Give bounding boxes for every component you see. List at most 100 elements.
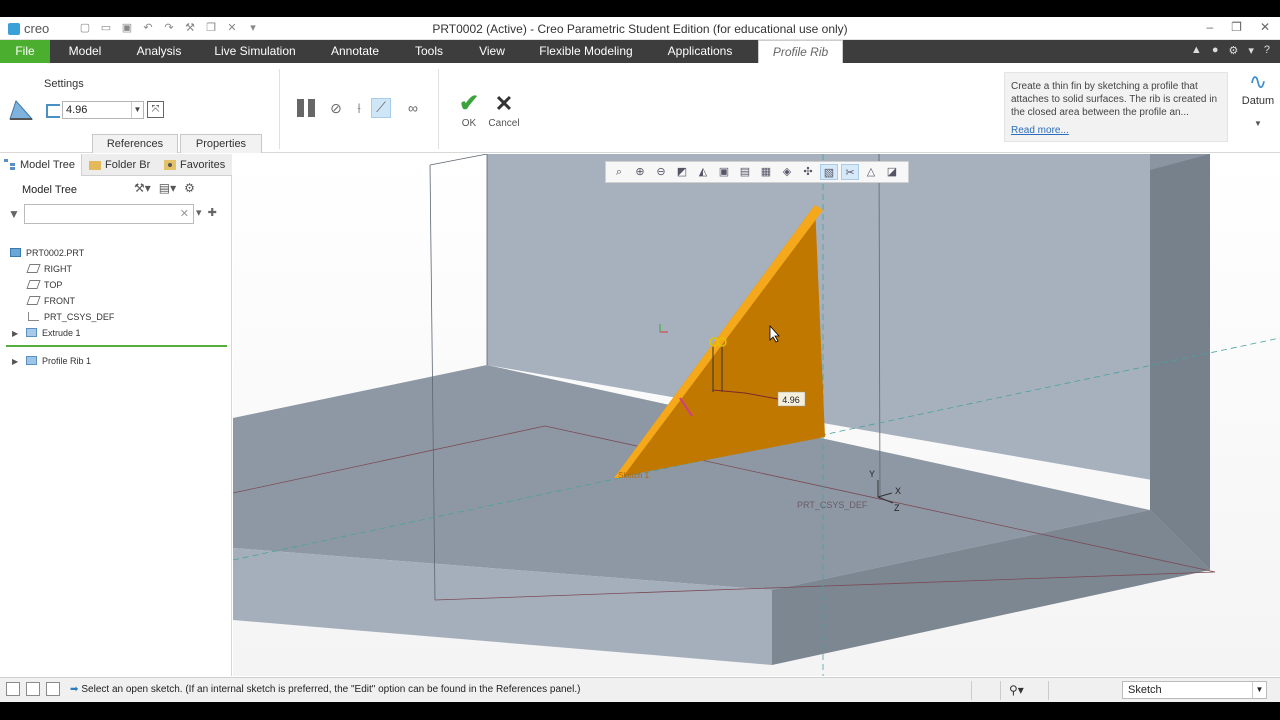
close-icon[interactable]: ✕ xyxy=(1260,20,1270,34)
properties-tab[interactable]: Properties xyxy=(180,134,262,153)
collapse-ribbon-icon[interactable]: ▲ xyxy=(1191,44,1202,57)
ribbon-tabs: File Model Analysis Live Simulation Anno… xyxy=(0,40,1280,63)
tree-item-label: PRT_CSYS_DEF xyxy=(44,312,115,322)
no-preview-icon[interactable]: ⊘ xyxy=(326,100,346,117)
pause-icon[interactable] xyxy=(297,99,317,117)
tree-item-profile-rib[interactable]: Profile Rib 1 xyxy=(26,354,91,368)
tab-model-tree-label: Model Tree xyxy=(20,159,76,171)
sketch-display-icon[interactable]: ✂ xyxy=(841,164,859,180)
status-message-text: Select an open sketch. (If an internal s… xyxy=(81,684,581,695)
tab-annotate[interactable]: Annotate xyxy=(322,40,388,63)
selection-filter-value: Sketch xyxy=(1128,684,1162,696)
zoom-in-icon[interactable]: ⊕ xyxy=(631,164,649,180)
tab-file[interactable]: File xyxy=(0,40,50,63)
navigator-toggle-icon[interactable] xyxy=(6,682,20,696)
filter-icon: ▼ xyxy=(8,207,20,221)
status-message: ➡ Select an open sketch. (If an internal … xyxy=(70,684,580,695)
thickness-input[interactable]: 4.96 ▼ xyxy=(62,101,144,119)
view-manager-icon[interactable]: ▦ xyxy=(757,164,775,180)
clear-search-icon[interactable]: ✕ xyxy=(180,207,189,220)
browser-toggle-icon[interactable] xyxy=(26,682,40,696)
tree-item-top[interactable]: TOP xyxy=(26,278,63,292)
tree-columns-icon[interactable]: ⚙ xyxy=(184,181,195,195)
minimize-icon[interactable]: – xyxy=(1206,20,1213,34)
help-icon[interactable]: ? xyxy=(1264,44,1270,57)
tree-filter-options[interactable]: ▾ ✚ xyxy=(196,206,217,219)
refit-icon[interactable]: ⌕ xyxy=(610,164,628,180)
saved-orientations-icon[interactable]: ▤ xyxy=(736,164,754,180)
tab-view[interactable]: View xyxy=(470,40,514,63)
tree-item-label: TOP xyxy=(44,280,63,290)
insert-here-marker[interactable] xyxy=(6,345,227,347)
letterbox-top xyxy=(0,0,1280,17)
graphics-window[interactable]: 4.96 Sketch 1 Y X Z PRT_CSYS_DEF ⌕ ⊕ ⊖ ◩ xyxy=(233,154,1280,676)
title-bar: creo ▢ ▭ ▣ ↶ ↷ ⚒ ❐ ✕ ▾ PRT0002 (Active) … xyxy=(0,17,1280,40)
annotation-display-icon[interactable]: ▧ xyxy=(820,164,838,180)
read-more-link[interactable]: Read more... xyxy=(1011,124,1221,137)
model-tree-icon xyxy=(4,159,15,170)
flip-thickness-icon[interactable]: ⤧ xyxy=(147,101,164,118)
zoom-out-icon[interactable]: ⊖ xyxy=(652,164,670,180)
fullscreen-toggle-icon[interactable] xyxy=(46,682,60,696)
expand-arrow-icon[interactable]: ▶ xyxy=(12,329,18,338)
navigator-panel: Model Tree Folder Br Favorites Model Tre… xyxy=(0,154,232,676)
datum-display-icon[interactable]: ✣ xyxy=(799,164,817,180)
sketcher-view-icon[interactable]: ◪ xyxy=(883,164,901,180)
chevron-down-icon[interactable]: ▼ xyxy=(1240,119,1276,128)
perspective-icon[interactable]: ◈ xyxy=(778,164,796,180)
datum-plane-icon xyxy=(26,264,41,273)
spin-center-toggle-icon[interactable]: △ xyxy=(862,164,880,180)
chevron-down-icon[interactable]: ▼ xyxy=(1252,682,1266,698)
tree-item-extrude[interactable]: Extrude 1 xyxy=(26,326,81,340)
tab-profile-rib[interactable]: Profile Rib xyxy=(758,40,843,63)
menu-right-icons: ▲ ● ⚙ ▾ ? xyxy=(1191,44,1270,57)
model-view[interactable]: 4.96 Sketch 1 Y X Z PRT_CSYS_DEF xyxy=(233,154,1280,676)
tab-model[interactable]: Model xyxy=(58,40,112,63)
tree-show-icon[interactable]: ▤▾ xyxy=(159,181,176,195)
status-separator xyxy=(1000,681,1001,700)
tab-applications[interactable]: Applications xyxy=(656,40,744,63)
ok-button[interactable]: ✔ OK xyxy=(449,91,489,130)
tree-settings-icon[interactable]: ⚒▾ xyxy=(134,181,151,195)
tab-live-simulation[interactable]: Live Simulation xyxy=(208,40,302,63)
ribbon-panel: Settings 4.96 ▼ ⤧ References Properties … xyxy=(0,63,1280,153)
user-icon[interactable]: ● xyxy=(1212,44,1219,57)
dimension-value[interactable]: 4.96 xyxy=(782,395,800,405)
csys-y-label: Y xyxy=(869,469,875,479)
cancel-button[interactable]: ✕ Cancel xyxy=(484,91,524,129)
settings-icon[interactable]: ⚙ xyxy=(1228,44,1238,57)
datum-button[interactable]: ∿ Datum ▼ xyxy=(1240,69,1276,128)
tab-analysis[interactable]: Analysis xyxy=(128,40,190,63)
detached-preview-icon[interactable]: ⟋ xyxy=(371,98,391,118)
message-arrow-icon: ➡ xyxy=(70,684,79,695)
view-normal-icon[interactable]: ◭ xyxy=(694,164,712,180)
creo-window: creo ▢ ▭ ▣ ↶ ↷ ⚒ ❐ ✕ ▾ PRT0002 (Active) … xyxy=(0,17,1280,702)
tree-item-right[interactable]: RIGHT xyxy=(26,262,72,276)
tree-item-csys[interactable]: PRT_CSYS_DEF xyxy=(28,310,114,324)
options-icon[interactable]: ▾ xyxy=(1248,44,1254,57)
verify-glasses-icon[interactable]: ∞ xyxy=(401,100,425,116)
attached-preview-icon[interactable]: ⟊ xyxy=(349,100,369,117)
feature-help-box: Create a thin fin by sketching a profile… xyxy=(1004,72,1228,142)
datum-plane-outline xyxy=(429,154,488,365)
expand-arrow-icon[interactable]: ▶ xyxy=(12,357,18,366)
restore-icon[interactable]: ❐ xyxy=(1231,20,1242,34)
tree-item-front[interactable]: FRONT xyxy=(26,294,75,308)
tab-folder-browser[interactable]: Folder Br xyxy=(85,154,157,176)
chevron-down-icon[interactable]: ▼ xyxy=(131,102,143,118)
tree-search-input[interactable]: ✕ xyxy=(24,204,194,224)
right-wall-front xyxy=(1150,154,1210,570)
selection-filter-select[interactable]: Sketch ▼ xyxy=(1122,681,1267,699)
tab-favorites[interactable]: Favorites xyxy=(160,154,230,176)
thickness-value: 4.96 xyxy=(66,104,88,116)
display-style-icon[interactable]: ▣ xyxy=(715,164,733,180)
tree-tools: ⚒▾ ▤▾ ⚙ xyxy=(134,181,195,195)
tab-tools[interactable]: Tools xyxy=(404,40,454,63)
model-tree-header: Model Tree xyxy=(22,184,78,196)
references-tab[interactable]: References xyxy=(92,134,178,153)
find-icon[interactable]: ⚲▾ xyxy=(1009,683,1024,697)
tab-model-tree[interactable]: Model Tree xyxy=(0,154,82,176)
repaint-icon[interactable]: ◩ xyxy=(673,164,691,180)
tree-item-part[interactable]: PRT0002.PRT xyxy=(10,246,84,260)
tab-flexible-modeling[interactable]: Flexible Modeling xyxy=(530,40,642,63)
